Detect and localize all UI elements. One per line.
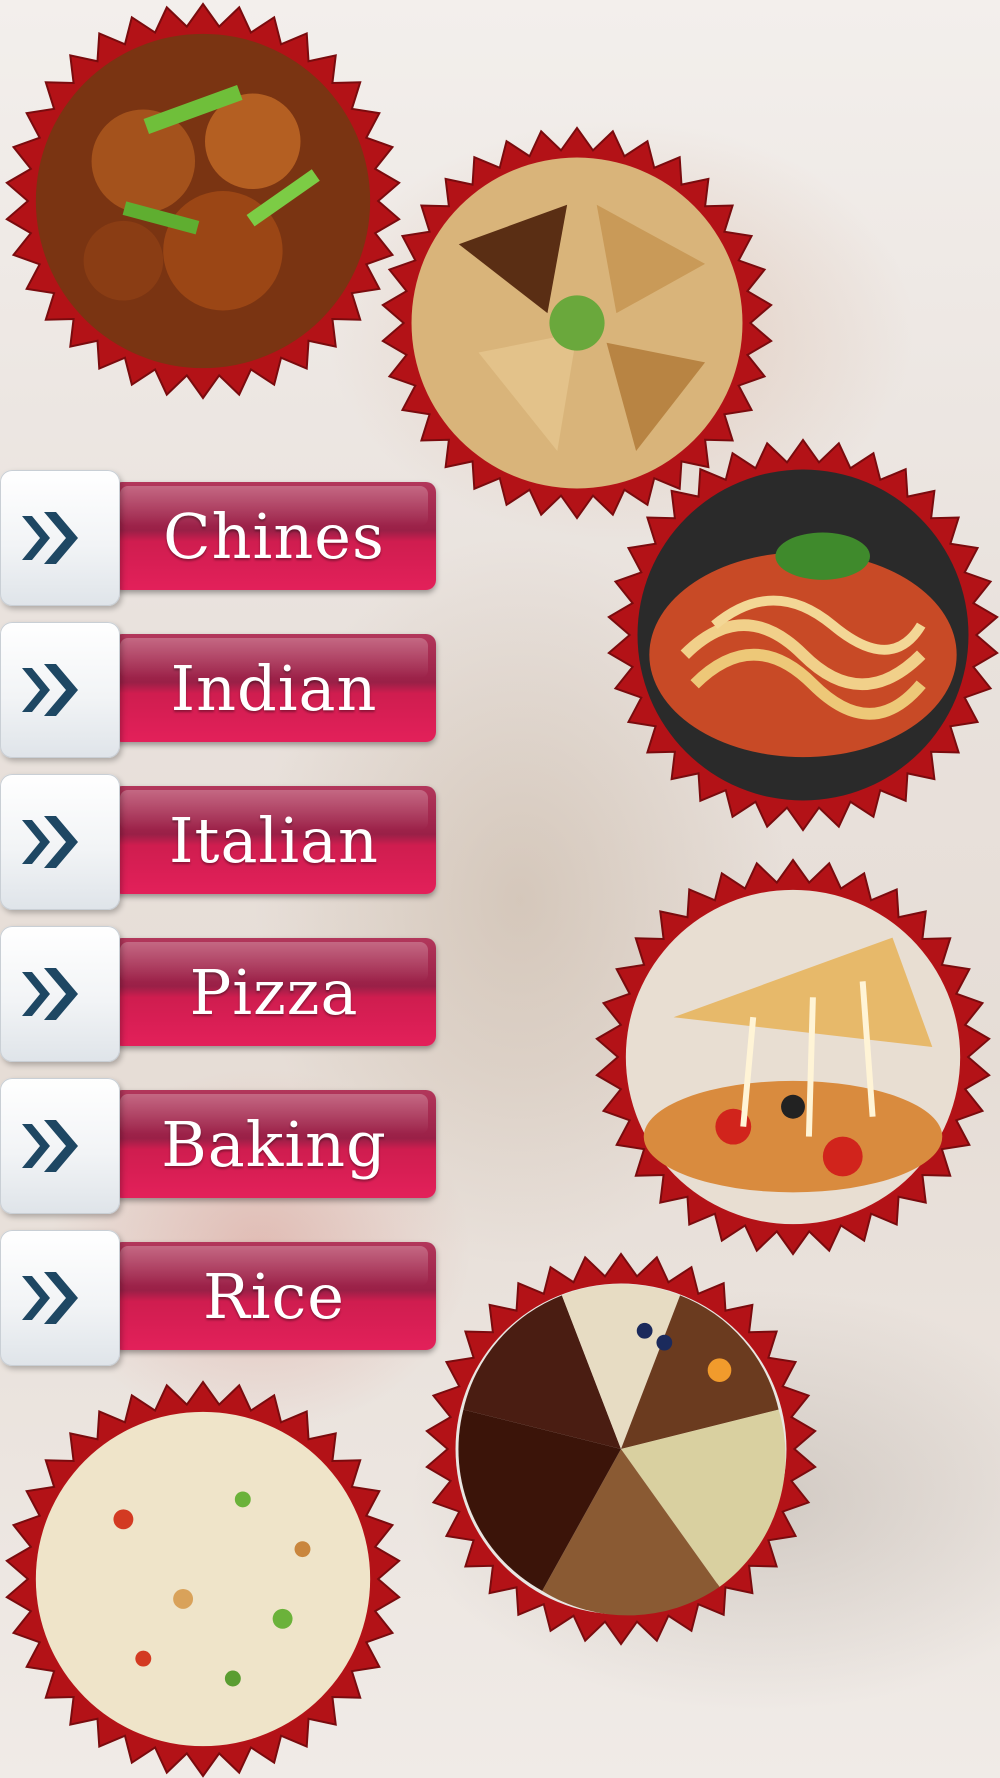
double-chevron-right-icon bbox=[22, 664, 78, 716]
double-chevron-right-icon bbox=[22, 816, 78, 868]
menu-button-pizza[interactable]: Pizza bbox=[0, 926, 440, 1062]
menu-label-bar: Chines bbox=[112, 482, 436, 590]
cake-image[interactable] bbox=[424, 1252, 818, 1646]
menu-button-label: Italian bbox=[169, 803, 379, 877]
chinese-dish-image[interactable] bbox=[4, 2, 402, 400]
double-chevron-right-icon bbox=[22, 968, 78, 1020]
arrow-tab bbox=[0, 622, 120, 758]
arrow-tab bbox=[0, 1078, 120, 1214]
menu-button-baking[interactable]: Baking bbox=[0, 1078, 440, 1214]
pizza-photo bbox=[595, 858, 991, 1256]
double-chevron-right-icon bbox=[22, 512, 78, 564]
menu-button-rice[interactable]: Rice bbox=[0, 1230, 440, 1366]
chinese-dish-photo bbox=[5, 2, 401, 400]
menu-button-indian[interactable]: Indian bbox=[0, 622, 440, 758]
menu-label-bar: Italian bbox=[112, 786, 436, 894]
menu-button-label: Rice bbox=[203, 1259, 345, 1333]
arrow-tab bbox=[0, 926, 120, 1062]
fried-rice-photo bbox=[5, 1380, 401, 1778]
menu-label-bar: Indian bbox=[112, 634, 436, 742]
menu-button-label: Baking bbox=[161, 1107, 387, 1181]
menu-button-italian[interactable]: Italian bbox=[0, 774, 440, 910]
pizza-image[interactable] bbox=[594, 858, 992, 1256]
arrow-tab bbox=[0, 1230, 120, 1366]
double-chevron-right-icon bbox=[22, 1120, 78, 1172]
menu-button-chines[interactable]: Chines bbox=[0, 470, 440, 606]
menu-label-bar: Pizza bbox=[112, 938, 436, 1046]
menu-label-bar: Baking bbox=[112, 1090, 436, 1198]
double-chevron-right-icon bbox=[22, 1272, 78, 1324]
arrow-tab bbox=[0, 470, 120, 606]
menu-button-label: Indian bbox=[170, 651, 378, 725]
pasta-image[interactable] bbox=[606, 438, 1000, 832]
cake-photo bbox=[425, 1252, 817, 1646]
menu-button-label: Pizza bbox=[189, 955, 359, 1029]
menu-label-bar: Rice bbox=[112, 1242, 436, 1350]
pasta-photo bbox=[607, 438, 999, 832]
arrow-tab bbox=[0, 774, 120, 910]
menu-button-label: Chines bbox=[163, 499, 385, 573]
fried-rice-image[interactable] bbox=[4, 1380, 402, 1778]
